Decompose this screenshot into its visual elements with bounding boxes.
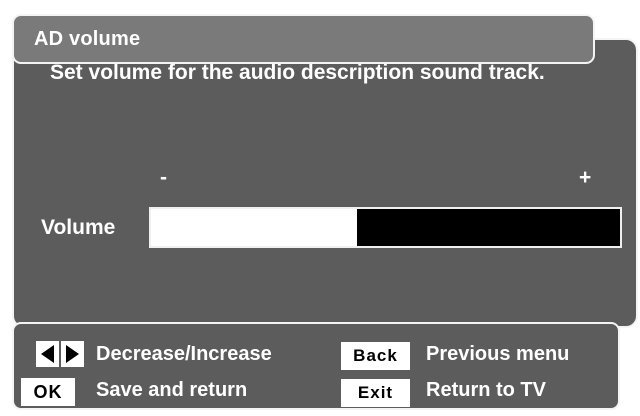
return-tv-label: Return to TV <box>426 379 546 401</box>
scale-min-label: - <box>160 166 167 189</box>
ok-key: OK <box>21 378 75 406</box>
left-arrow-key <box>36 341 59 367</box>
back-key: Back <box>341 342 410 370</box>
page-title: AD volume <box>34 28 141 50</box>
ad-volume-screen: AD volume Set volume for the audio descr… <box>0 0 640 416</box>
volume-slider[interactable] <box>149 207 622 248</box>
left-arrow-icon <box>41 345 54 363</box>
volume-label: Volume <box>41 216 116 239</box>
save-return-label: Save and return <box>96 379 248 401</box>
title-bar: AD volume <box>12 14 595 64</box>
right-arrow-key <box>61 341 84 367</box>
scale-max-label: + <box>579 166 592 189</box>
volume-slider-fill <box>151 209 358 246</box>
exit-key: Exit <box>341 379 410 407</box>
right-arrow-icon <box>66 345 79 363</box>
decrease-increase-label: Decrease/Increase <box>96 343 272 365</box>
previous-menu-label: Previous menu <box>426 343 570 365</box>
